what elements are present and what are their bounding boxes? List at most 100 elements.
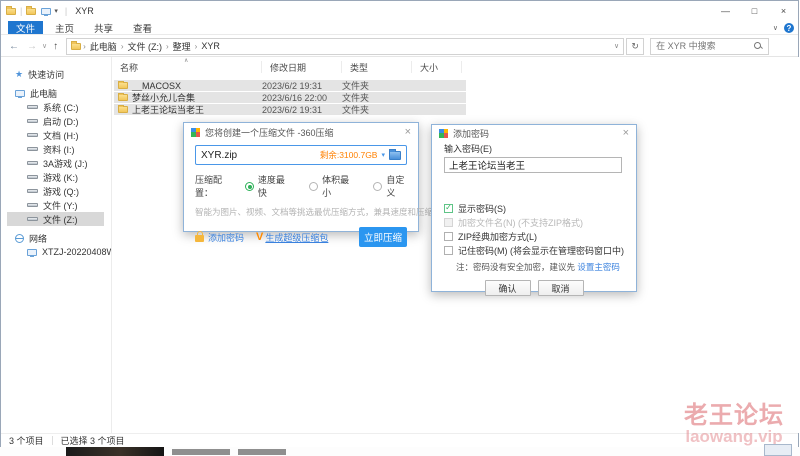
breadcrumb-xyr[interactable]: XYR (199, 41, 222, 51)
option-smallest[interactable]: 体积最小 (309, 173, 350, 199)
column-header-type[interactable]: 类型 (342, 61, 412, 73)
close-button[interactable]: × (769, 1, 798, 21)
drive-icon (27, 175, 38, 179)
close-icon[interactable]: × (405, 126, 411, 138)
checkbox-remember-password[interactable]: 记住密码(M) (将会显示在管理密码窗口中) (444, 243, 624, 257)
refresh-button[interactable]: ↻ (626, 37, 645, 55)
sidebar-item-drive-c[interactable]: 系统 (C:) (7, 100, 104, 114)
sidebar-item-drive-q[interactable]: 游戏 (Q:) (7, 184, 104, 198)
table-row[interactable]: __MACOSX 2023/6/2 19:31 文件夹 (114, 80, 466, 91)
password-input[interactable] (444, 157, 622, 173)
recent-locations-icon[interactable]: ∨ (42, 42, 47, 50)
radio-icon[interactable] (373, 181, 383, 191)
option-fastest[interactable]: 速度最快 (244, 173, 286, 199)
add-password-link[interactable]: 添加密码 (208, 231, 244, 244)
sidebar-label: 游戏 (Q:) (43, 186, 79, 197)
compress-hint: 智能为图片、视频、文档等挑选最优压缩方式，兼具速度和压缩率 (195, 207, 442, 217)
checkbox-checked-icon[interactable]: ✓ (444, 203, 453, 213)
cancel-button[interactable]: 取消 (537, 280, 584, 296)
chevron-down-icon[interactable]: ▾ (381, 151, 385, 159)
qat-folder-icon[interactable] (26, 6, 37, 15)
drive-icon (27, 203, 38, 207)
checkbox-icon[interactable] (444, 245, 453, 255)
maximize-button[interactable]: □ (740, 1, 769, 21)
corner-window-fragment (764, 444, 792, 456)
search-box[interactable] (650, 37, 770, 55)
address-dropdown-icon[interactable]: ∨ (614, 42, 619, 50)
checkbox-show-password[interactable]: ✓ 显示密码(S) (444, 201, 624, 215)
column-headers: ∧ 名称 修改日期 类型 大小 (112, 58, 799, 75)
sidebar-item-drive-i[interactable]: 资料 (I:) (7, 142, 104, 156)
compress-dialog-title: 您将创建一个压缩文件 -360压缩 (205, 127, 334, 138)
help-icon[interactable]: ? (784, 23, 794, 33)
qat-customize-caret-icon[interactable]: ▾ (54, 7, 58, 15)
breadcrumb-drive-z[interactable]: 文件 (Z:) (125, 40, 164, 53)
sidebar-label: 快速访问 (28, 69, 65, 80)
sidebar-label: 文件 (Z:) (43, 214, 78, 225)
file-rows: __MACOSX 2023/6/2 19:31 文件夹 梦丝小允儿合集 2023… (112, 80, 799, 115)
radio-selected-icon[interactable] (244, 181, 254, 191)
sidebar-label: 3A游戏 (J:) (43, 158, 88, 169)
super-package-link[interactable]: 生成超级压缩包 (265, 231, 328, 244)
file-type: 文件夹 (342, 105, 370, 115)
sidebar-item-network-pc[interactable]: XTZJ-20220408WA (7, 245, 121, 259)
tab-file[interactable]: 文件 (8, 21, 44, 35)
note-text: 注：密码没有安全加密，建议先 (456, 262, 576, 272)
search-input[interactable] (656, 41, 755, 51)
option-custom[interactable]: 自定义 (373, 173, 407, 199)
breadcrumb-this-pc[interactable]: 此电脑 (88, 40, 119, 53)
sidebar-item-drive-d[interactable]: 启动 (D:) (7, 114, 104, 128)
sidebar-label: 资料 (I:) (43, 144, 75, 155)
360zip-logo-icon (439, 128, 448, 138)
space-remaining: 剩余:3100.7GB (319, 150, 378, 160)
checkbox-zip-classic[interactable]: ZIP经典加密方式(L) (444, 229, 624, 243)
sidebar-item-drive-z[interactable]: 文件 (Z:) (7, 212, 104, 226)
sidebar-item-this-pc[interactable]: 此电脑 (7, 86, 104, 100)
compress-now-button[interactable]: 立即压缩 (359, 227, 407, 247)
tab-home[interactable]: 主页 (47, 21, 82, 35)
screen: | ▾ | XYR — □ × 文件 主页 共享 查看 ∨ ? ← → ∨ ↑ … (0, 0, 800, 456)
confirm-button[interactable]: 确认 (484, 280, 531, 296)
option-label: 自定义 (386, 175, 405, 198)
breadcrumb-organize[interactable]: 整理 (171, 40, 193, 53)
checkbox-label: 显示密码(S) (458, 203, 506, 214)
compress-dialog-titlebar: 您将创建一个压缩文件 -360压缩 × (184, 123, 418, 141)
checkbox-icon[interactable] (444, 231, 453, 241)
sidebar-item-drive-y[interactable]: 文件 (Y:) (7, 198, 104, 212)
tab-view[interactable]: 查看 (125, 21, 160, 35)
divider (51, 436, 53, 445)
address-bar[interactable]: › 此电脑 › 文件 (Z:) › 整理 › XYR ∨ (66, 37, 625, 55)
qat-properties-icon[interactable] (41, 7, 52, 16)
file-name: __MACOSX (132, 80, 182, 91)
archive-filename[interactable]: XYR.zip (201, 150, 316, 161)
sidebar-item-drive-k[interactable]: 游戏 (K:) (7, 170, 104, 184)
selected-count: 已选择 3 个项目 (60, 436, 125, 446)
sidebar-item-drive-h[interactable]: 文档 (H:) (7, 128, 104, 142)
minimize-button[interactable]: — (711, 1, 740, 21)
archive-name-field[interactable]: XYR.zip 剩余:3100.7GB ▾ (195, 145, 407, 165)
status-bar: 3 个项目 已选择 3 个项目 (1, 433, 798, 447)
ribbon-collapse-icon[interactable]: ∨ (773, 24, 778, 32)
sidebar-item-drive-j[interactable]: 3A游戏 (J:) (7, 156, 104, 170)
back-button[interactable]: ← (9, 41, 19, 52)
folder-icon (118, 80, 128, 89)
window-controls: — □ × (711, 1, 798, 21)
crumb-separator: › (194, 41, 198, 51)
up-button[interactable]: ↑ (53, 41, 58, 52)
table-row[interactable]: 上老王论坛当老王 2023/6/2 19:31 文件夹 (114, 104, 466, 115)
column-header-date[interactable]: 修改日期 (262, 61, 342, 73)
table-row[interactable]: 梦丝小允儿合集 2023/6/16 22:00 文件夹 (114, 92, 466, 103)
radio-icon[interactable] (309, 181, 319, 191)
tab-share[interactable]: 共享 (86, 21, 121, 35)
sidebar-item-quick-access[interactable]: ★ 快速访问 (7, 67, 104, 81)
separator: | (20, 6, 23, 16)
column-header-size[interactable]: 大小 (412, 61, 462, 73)
set-master-password-link[interactable]: 设置主密码 (577, 262, 620, 272)
sidebar-label: 启动 (D:) (43, 116, 79, 127)
browse-folder-icon[interactable] (389, 148, 401, 160)
title-bar: | ▾ | XYR — □ × (1, 1, 798, 21)
checkbox-disabled-icon (444, 217, 453, 227)
sidebar-item-network[interactable]: 网络 (7, 231, 104, 245)
close-icon[interactable]: × (623, 127, 629, 139)
forward-button[interactable]: → (27, 41, 37, 52)
